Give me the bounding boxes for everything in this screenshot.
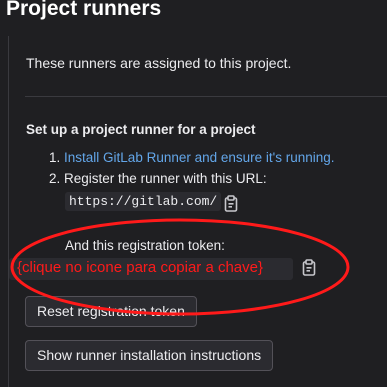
copy-url-button[interactable] — [223, 195, 239, 213]
token-label: And this registration token: — [65, 238, 225, 253]
clipboard-icon — [302, 259, 316, 276]
copy-token-button[interactable] — [301, 259, 317, 277]
step-number: 1. — [49, 150, 61, 165]
install-runner-link[interactable]: Install GitLab Runner and ensure it's ru… — [64, 150, 335, 165]
setup-title: Set up a project runner for a project — [26, 122, 256, 137]
divider — [25, 96, 387, 97]
reset-token-button[interactable]: Reset registration token — [25, 296, 197, 327]
runner-url: https://gitlab.com/ — [65, 192, 222, 211]
intro-text: These runners are assigned to this proje… — [26, 55, 292, 71]
step-number: 2. — [49, 171, 61, 186]
show-instructions-button[interactable]: Show runner installation instructions — [25, 340, 274, 371]
clipboard-icon — [224, 195, 238, 212]
step-register-text: Register the runner with this URL: — [64, 171, 267, 186]
project-runners-page: Project runners These runners are assign… — [0, 0, 387, 387]
step-install: 1. Install GitLab Runner and ensure it's… — [49, 150, 335, 165]
step-register: 2. Register the runner with this URL: — [49, 171, 267, 186]
runners-panel: These runners are assigned to this proje… — [8, 36, 387, 387]
section-title: Project runners — [6, 0, 162, 20]
token-annotation: {clique no icone para copiar a chave} — [17, 259, 264, 276]
